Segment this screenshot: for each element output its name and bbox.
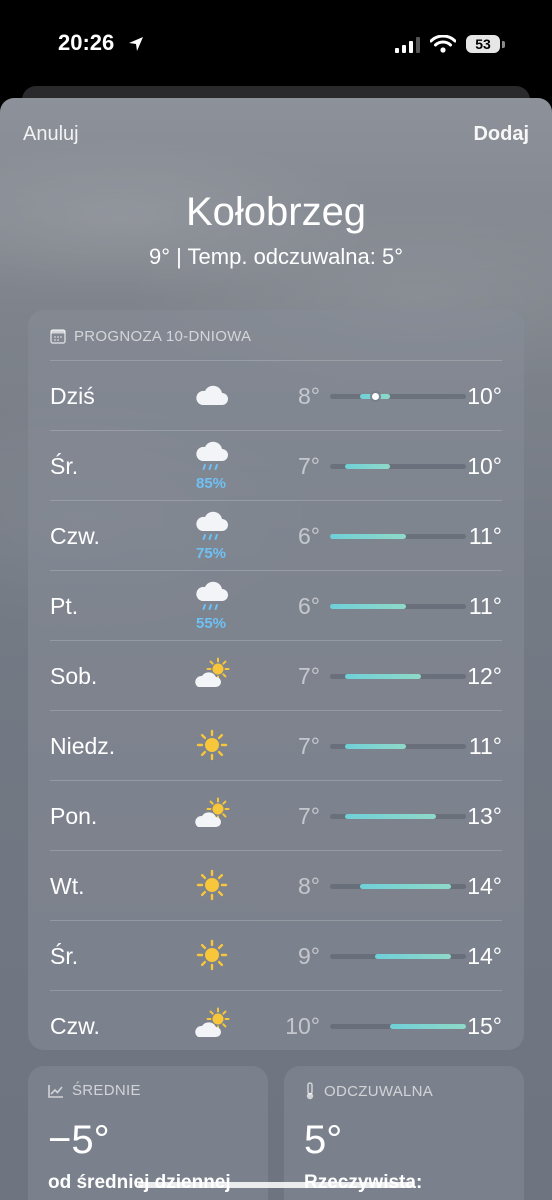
status-time: 20:26 [58,30,115,55]
temp-range-bar [330,604,406,609]
sun-icon [192,865,232,905]
averages-card[interactable]: ŚREDNIE −5° od średniej dziennej [28,1066,268,1200]
thermometer-icon [306,1082,314,1100]
low-temp: 7° [298,453,320,479]
day-label: Sob. [50,663,98,689]
high-temp: 11° [468,523,502,549]
status-bar: 20:26 53 [0,0,552,92]
location-arrow-icon [129,37,143,51]
high-temp: 15° [467,1013,502,1039]
low-temp: 8° [298,873,320,899]
forecast-row[interactable]: Śr. 9° 14° [50,920,502,990]
low-temp: 6° [298,523,320,549]
temp-range-bar [375,954,451,959]
low-temp: 6° [298,593,320,619]
low-temp: 10° [285,1013,320,1039]
trend-icon [48,1084,63,1098]
cloud-rain-icon [192,579,232,619]
precipitation-chance: 55% [195,615,227,632]
forecast-row[interactable]: Pt. 55% 6° 11° [50,570,502,640]
temp-range-bar [345,674,421,679]
partly-sunny-icon [192,655,232,695]
low-temp: 7° [298,733,320,759]
day-label: Pt. [50,593,79,619]
cloud-icon [192,375,232,415]
forecast-rows: Dziś 8° 10° Śr. 85% 7° 10° Czw. 75% 6° 11° Pt. 55% 6°… [28,360,524,1060]
forecast-row[interactable]: Pon. 7° 13° [50,780,502,850]
temp-range-bar [330,534,406,539]
high-temp: 10° [467,383,502,409]
home-indicator[interactable] [138,1182,414,1188]
high-temp: 11° [468,593,502,619]
sun-icon [192,725,232,765]
day-label: Śr. [50,453,79,479]
forecast-title: PROGNOZA 10-DNIOWA [74,327,252,345]
forecast-row[interactable]: Dziś 8° 10° [50,360,502,430]
forecast-row[interactable]: Czw. 10° 15° [50,990,502,1060]
high-temp: 11° [468,733,502,759]
feels-like-title: ODCZUWALNA [324,1082,434,1100]
low-temp: 8° [298,383,320,409]
forecast-row[interactable]: Śr. 85% 7° 10° [50,430,502,500]
averages-title: ŚREDNIE [72,1082,141,1099]
forecast-row[interactable]: Niedz. 7° 11° [50,710,502,780]
precipitation-chance: 75% [195,545,227,562]
temp-range-bar [345,814,436,819]
feels-like-value: 5° [304,1118,343,1162]
high-temp: 10° [467,453,502,479]
averages-value: −5° [48,1118,110,1162]
high-temp: 12° [467,663,502,689]
partly-sunny-icon [192,1005,232,1045]
cellular-signal-icon [395,37,420,53]
current-temp-dot [371,393,379,400]
temp-range-bar [345,744,406,749]
high-temp: 13° [467,803,502,829]
forecast-header: PROGNOZA 10-DNIOWA [50,326,251,346]
add-button[interactable]: Dodaj [473,123,529,146]
current-summary: 9° | Temp. odczuwalna: 5° [148,244,404,269]
cloud-rain-icon [192,439,232,479]
calendar-icon [50,329,66,344]
forecast-row[interactable]: Wt. 8° 14° [50,850,502,920]
day-label: Wt. [50,873,85,899]
temp-range-bar [345,464,391,469]
averages-header: ŚREDNIE [48,1082,141,1099]
feels-like-header: ODCZUWALNA [304,1082,433,1100]
low-temp: 7° [298,663,320,689]
day-label: Pon. [50,803,98,829]
wifi-icon [430,35,456,53]
feels-like-card[interactable]: ODCZUWALNA 5° Rzeczywista: [284,1066,524,1200]
battery-tip [502,41,505,48]
cancel-button[interactable]: Anuluj [23,123,79,146]
city-name: Kołobrzeg [185,190,367,234]
day-label: Śr. [50,943,79,969]
ten-day-forecast-card: PROGNOZA 10-DNIOWA Dziś 8° 10° Śr. 85% 7° 10° C… [28,310,524,1050]
day-label: Czw. [50,1013,100,1039]
low-temp: 9° [298,943,320,969]
partly-sunny-icon [192,795,232,835]
day-label: Dziś [50,383,95,409]
forecast-row[interactable]: Czw. 75% 6° 11° [50,500,502,570]
weather-preview-sheet: Anuluj Dodaj Kołobrzeg 9° | Temp. odczuw… [0,98,552,1200]
day-label: Niedz. [50,733,116,759]
battery-indicator: 53 [466,35,500,53]
forecast-row[interactable]: Sob. 7° 12° [50,640,502,710]
day-label: Czw. [50,523,100,549]
temp-range-bar [360,884,451,889]
low-temp: 7° [298,803,320,829]
high-temp: 14° [467,873,502,899]
high-temp: 14° [467,943,502,969]
sun-icon [192,935,232,975]
cloud-rain-icon [192,509,232,549]
precipitation-chance: 85% [195,475,227,492]
